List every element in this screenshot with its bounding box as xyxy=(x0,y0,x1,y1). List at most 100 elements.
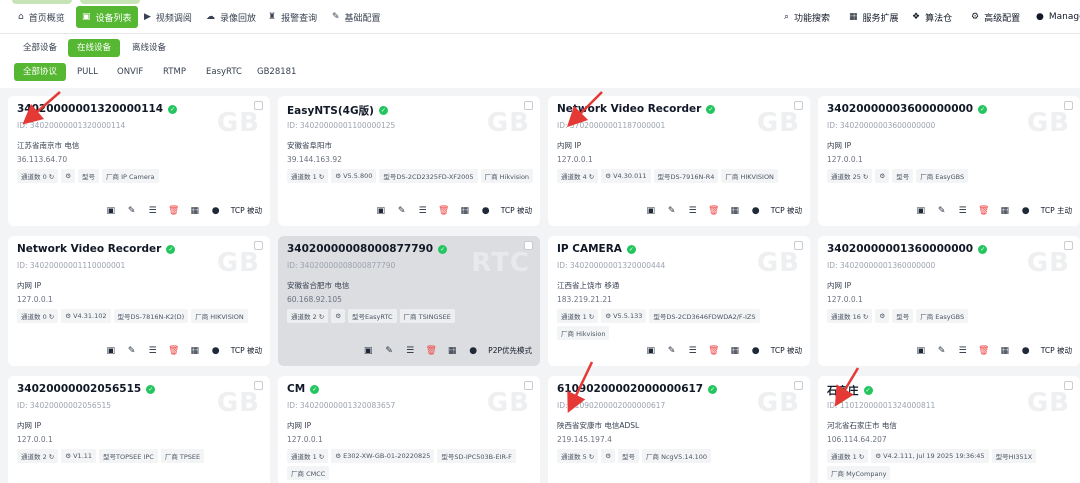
select-checkbox[interactable] xyxy=(794,101,803,110)
select-checkbox[interactable] xyxy=(524,381,533,390)
device-location: 内网 IP xyxy=(17,421,42,430)
select-checkbox[interactable] xyxy=(524,101,533,110)
select-checkbox[interactable] xyxy=(1064,381,1073,390)
select-checkbox[interactable] xyxy=(254,241,263,250)
select-checkbox[interactable] xyxy=(254,381,263,390)
delete-icon[interactable]: 🗑 xyxy=(168,206,180,216)
nav-right-4[interactable]: ● Manage xyxy=(1030,6,1080,28)
nav-item-4[interactable]: ♜ 报警查询 xyxy=(262,6,323,28)
delete-icon[interactable]: 🗑 xyxy=(978,346,990,356)
nav-right-0[interactable]: ⌕ 功能搜索 xyxy=(778,6,836,28)
select-checkbox[interactable] xyxy=(524,241,533,250)
nav-right-3[interactable]: ⚙ 高级配置 xyxy=(965,6,1026,28)
device-card[interactable]: GB 34020000001360000000 ✓ ID: 3402000000136… xyxy=(818,236,1080,366)
edit-icon[interactable]: ✎ xyxy=(126,206,138,216)
list-icon[interactable]: ☰ xyxy=(147,206,159,216)
delete-icon[interactable]: 🗑 xyxy=(708,206,720,216)
nav-right-2[interactable]: ❖ 算法仓 xyxy=(906,6,958,28)
nav-right-1[interactable]: ▦ 服务扩展 xyxy=(843,6,905,28)
qrcode-icon[interactable]: ▦ xyxy=(446,346,458,356)
snapshot-icon[interactable]: ▣ xyxy=(105,206,117,216)
edit-icon[interactable]: ✎ xyxy=(396,206,408,216)
delete-icon[interactable]: 🗑 xyxy=(978,206,990,216)
nav-item-1[interactable]: ▣ 设备列表 xyxy=(76,6,138,28)
user-icon[interactable]: ● xyxy=(750,206,762,216)
nav-item-0[interactable]: ⌂ 首页概览 xyxy=(12,6,71,28)
nav-item-label: 视频调阅 xyxy=(155,13,192,24)
list-icon[interactable]: ☰ xyxy=(687,346,699,356)
list-icon[interactable]: ☰ xyxy=(417,206,429,216)
delete-icon[interactable]: 🗑 xyxy=(438,206,450,216)
user-icon[interactable]: ● xyxy=(1020,206,1032,216)
user-icon[interactable]: ● xyxy=(480,206,492,216)
snapshot-icon[interactable]: ▣ xyxy=(915,206,927,216)
online-check-icon: ✓ xyxy=(863,386,873,395)
status-filter-2[interactable]: 离线设备 xyxy=(123,39,175,57)
select-checkbox[interactable] xyxy=(254,101,263,110)
device-card[interactable]: RTC 34020000008000877790 ✓ ID: 340200000080… xyxy=(278,236,540,366)
delete-icon[interactable]: 🗑 xyxy=(425,346,437,356)
snapshot-icon[interactable]: ▣ xyxy=(645,206,657,216)
user-icon[interactable]: ● xyxy=(467,346,479,356)
user-icon[interactable]: ● xyxy=(750,346,762,356)
status-filter-0[interactable]: 全部设备 xyxy=(14,39,66,57)
qrcode-icon[interactable]: ▦ xyxy=(729,346,741,356)
device-card[interactable]: GB Network Video Recorder ✓ ID: 34020000001… xyxy=(8,236,270,366)
list-icon[interactable]: ☰ xyxy=(147,346,159,356)
list-icon[interactable]: ☰ xyxy=(957,206,969,216)
user-icon[interactable]: ● xyxy=(210,206,222,216)
device-card[interactable]: GB 34020000003600000000 ✓ ID: 3402000000360… xyxy=(818,96,1080,226)
device-card[interactable]: GB CM ✓ ID: 34020000001320083657 内网 IP 127.0.… xyxy=(278,376,540,483)
snapshot-icon[interactable]: ▣ xyxy=(362,346,374,356)
qrcode-icon[interactable]: ▦ xyxy=(999,206,1011,216)
list-icon[interactable]: ☰ xyxy=(957,346,969,356)
protocol-filter-4[interactable]: EasyRTC xyxy=(197,63,251,81)
select-checkbox[interactable] xyxy=(794,381,803,390)
device-card[interactable]: GB Network Video Recorder ✓ ID: 37020000001… xyxy=(548,96,810,226)
device-card[interactable]: GB EasyNTS(4G版) ✓ ID: 34020000001100000125 安… xyxy=(278,96,540,226)
nav-right-label: 算法仓 xyxy=(925,13,953,24)
device-tags: 通道数 1 ↻ ⚙ V5.5.800 型号DS-2CD2325FD-XF2005 厂商… xyxy=(287,169,534,183)
list-icon[interactable]: ☰ xyxy=(687,206,699,216)
snapshot-icon[interactable]: ▣ xyxy=(645,346,657,356)
user-icon[interactable]: ● xyxy=(210,346,222,356)
nav-item-5[interactable]: ✎ 基础配置 xyxy=(326,6,387,28)
protocol-filter-2[interactable]: ONVIF xyxy=(108,63,152,81)
list-icon[interactable]: ☰ xyxy=(404,346,416,356)
snapshot-icon[interactable]: ▣ xyxy=(105,346,117,356)
qrcode-icon[interactable]: ▦ xyxy=(999,346,1011,356)
protocol-filter-3[interactable]: RTMP xyxy=(154,63,195,81)
protocol-filter-0[interactable]: 全部协议 xyxy=(14,63,67,81)
select-checkbox[interactable] xyxy=(1064,241,1073,250)
select-checkbox[interactable] xyxy=(794,241,803,250)
snapshot-icon[interactable]: ▣ xyxy=(915,346,927,356)
delete-icon[interactable]: 🗑 xyxy=(168,346,180,356)
device-tag: 厂商 CMCC xyxy=(287,466,330,480)
nav-item-2[interactable]: ▶ 视频调阅 xyxy=(138,6,198,28)
qrcode-icon[interactable]: ▦ xyxy=(189,206,201,216)
qrcode-icon[interactable]: ▦ xyxy=(729,206,741,216)
status-filter-1[interactable]: 在线设备 xyxy=(68,39,121,57)
qrcode-icon[interactable]: ▦ xyxy=(189,346,201,356)
edit-icon[interactable]: ✎ xyxy=(126,346,138,356)
user-icon[interactable]: ● xyxy=(1020,346,1032,356)
snapshot-icon[interactable]: ▣ xyxy=(375,206,387,216)
protocol-filter-5[interactable]: GB28181 xyxy=(248,63,305,81)
qrcode-icon[interactable]: ▦ xyxy=(459,206,471,216)
device-card[interactable]: GB 34020000001320000114 ✓ ID: 3402000000132… xyxy=(8,96,270,226)
device-card[interactable]: GB 石家庄 ✓ ID: 11012000001324000811 河北省石家庄市 电信… xyxy=(818,376,1080,483)
device-title: Network Video Recorder ✓ xyxy=(17,243,176,255)
edit-icon[interactable]: ✎ xyxy=(936,206,948,216)
device-card[interactable]: GB IP CAMERA ✓ ID: 34020000001320000444 江西省上… xyxy=(548,236,810,366)
delete-icon[interactable]: 🗑 xyxy=(708,346,720,356)
nav-item-3[interactable]: ☁ 录像回放 xyxy=(200,6,262,28)
edit-icon[interactable]: ✎ xyxy=(666,206,678,216)
edit-icon[interactable]: ✎ xyxy=(666,346,678,356)
device-card[interactable]: GB 34020000002056515 ✓ ID: 3402000000205651… xyxy=(8,376,270,483)
edit-icon[interactable]: ✎ xyxy=(936,346,948,356)
protocol-filter-1[interactable]: PULL xyxy=(68,63,107,81)
select-checkbox[interactable] xyxy=(1064,101,1073,110)
device-id: ID: 34020000001360000000 xyxy=(827,261,936,270)
edit-icon[interactable]: ✎ xyxy=(383,346,395,356)
device-card[interactable]: GB 61090200002000000617 ✓ ID: 6109020000200… xyxy=(548,376,810,483)
